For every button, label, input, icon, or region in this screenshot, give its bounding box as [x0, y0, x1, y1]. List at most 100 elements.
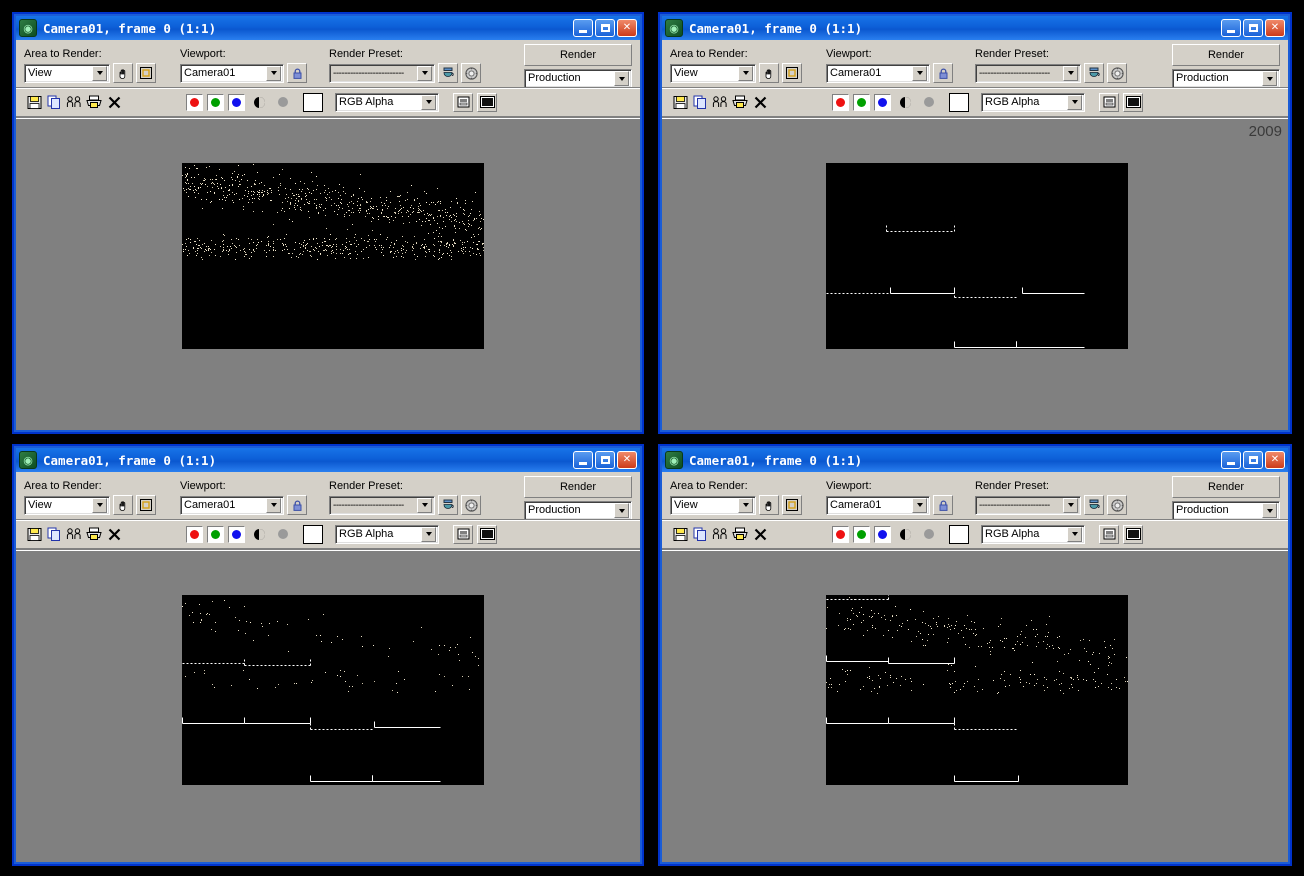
chevron-down-icon[interactable]: [912, 497, 927, 513]
print-icon[interactable]: [730, 92, 750, 112]
chevron-down-icon[interactable]: [417, 65, 432, 81]
hand-tool-icon[interactable]: [113, 63, 133, 83]
viewport-select[interactable]: Camera01: [180, 63, 284, 83]
background-color-swatch[interactable]: [949, 92, 969, 112]
render-settings-icon[interactable]: [461, 495, 481, 515]
chevron-down-icon[interactable]: [1262, 503, 1277, 518]
render-window-1[interactable]: ◉ Camera01, frame 0 (1:1) ✕ Area to Rend…: [12, 12, 644, 434]
chevron-down-icon[interactable]: [266, 65, 281, 81]
render-preset-select[interactable]: -------------------------: [975, 495, 1081, 515]
teapot-icon[interactable]: [1084, 63, 1104, 83]
viewport-select[interactable]: Camera01: [826, 495, 930, 515]
close-button[interactable]: ✕: [1265, 19, 1285, 37]
save-icon[interactable]: [24, 92, 44, 112]
region-select-icon[interactable]: [136, 495, 156, 515]
chevron-down-icon[interactable]: [421, 526, 436, 542]
background-color-swatch[interactable]: [303, 524, 323, 544]
copy-icon[interactable]: [690, 524, 710, 544]
channel-select[interactable]: RGB Alpha: [981, 524, 1085, 544]
render-mode-select[interactable]: Production: [1172, 69, 1280, 88]
title-bar[interactable]: ◉ Camera01, frame 0 (1:1) ✕: [662, 448, 1288, 472]
save-icon[interactable]: [670, 524, 690, 544]
chevron-down-icon[interactable]: [1067, 526, 1082, 542]
teapot-icon[interactable]: [438, 495, 458, 515]
print-icon[interactable]: [84, 92, 104, 112]
maximize-button[interactable]: [1243, 451, 1263, 469]
hand-tool-icon[interactable]: [759, 495, 779, 515]
render-button[interactable]: Render: [1172, 44, 1280, 66]
render-canvas[interactable]: [16, 551, 640, 862]
area-to-render-select[interactable]: View: [670, 495, 756, 515]
clear-icon[interactable]: [104, 92, 124, 112]
render-preset-select[interactable]: -------------------------: [329, 495, 435, 515]
alpha-channel-icon[interactable]: [249, 524, 269, 544]
title-bar[interactable]: ◉ Camera01, frame 0 (1:1) ✕: [16, 16, 640, 40]
copy-icon[interactable]: [690, 92, 710, 112]
clear-icon[interactable]: [750, 92, 770, 112]
red-channel-icon[interactable]: [832, 93, 849, 111]
render-mode-select[interactable]: Production: [524, 69, 632, 88]
close-button[interactable]: ✕: [617, 19, 637, 37]
close-button[interactable]: ✕: [617, 451, 637, 469]
minimize-button[interactable]: [573, 19, 593, 37]
red-channel-icon[interactable]: [832, 525, 849, 543]
background-color-swatch[interactable]: [303, 92, 323, 112]
clone-icon[interactable]: [710, 92, 730, 112]
green-channel-icon[interactable]: [207, 525, 224, 543]
chevron-down-icon[interactable]: [912, 65, 927, 81]
lock-icon[interactable]: [933, 495, 953, 515]
render-canvas[interactable]: [662, 551, 1288, 862]
save-icon[interactable]: [670, 92, 690, 112]
green-channel-icon[interactable]: [853, 525, 870, 543]
clone-icon[interactable]: [64, 92, 84, 112]
render-settings-icon[interactable]: [461, 63, 481, 83]
minimize-button[interactable]: [573, 451, 593, 469]
background-color-swatch[interactable]: [949, 524, 969, 544]
chevron-down-icon[interactable]: [1063, 497, 1078, 513]
clone-icon[interactable]: [64, 524, 84, 544]
maximize-button[interactable]: [595, 451, 615, 469]
maximize-button[interactable]: [595, 19, 615, 37]
print-icon[interactable]: [730, 524, 750, 544]
area-to-render-select[interactable]: View: [670, 63, 756, 83]
render-canvas[interactable]: [16, 119, 640, 430]
close-button[interactable]: ✕: [1265, 451, 1285, 469]
clone-icon[interactable]: [710, 524, 730, 544]
render-canvas[interactable]: 2009: [662, 119, 1288, 430]
display-layout-icon[interactable]: [1099, 524, 1119, 544]
display-layout-icon[interactable]: [453, 92, 473, 112]
chevron-down-icon[interactable]: [614, 503, 629, 518]
render-settings-icon[interactable]: [1107, 63, 1127, 83]
monochrome-icon[interactable]: [919, 524, 939, 544]
blue-channel-icon[interactable]: [228, 525, 245, 543]
display-layout-icon[interactable]: [1099, 92, 1119, 112]
chevron-down-icon[interactable]: [614, 71, 629, 86]
blue-channel-icon[interactable]: [228, 93, 245, 111]
alpha-channel-icon[interactable]: [895, 524, 915, 544]
display-alpha-icon[interactable]: [477, 92, 497, 112]
copy-icon[interactable]: [44, 524, 64, 544]
red-channel-icon[interactable]: [186, 93, 203, 111]
render-window-4[interactable]: ◉ Camera01, frame 0 (1:1) ✕ Area to Rend…: [658, 444, 1292, 866]
teapot-icon[interactable]: [1084, 495, 1104, 515]
render-button[interactable]: Render: [524, 476, 632, 498]
chevron-down-icon[interactable]: [421, 94, 436, 110]
region-select-icon[interactable]: [136, 63, 156, 83]
render-mode-select[interactable]: Production: [1172, 501, 1280, 520]
alpha-channel-icon[interactable]: [249, 92, 269, 112]
chevron-down-icon[interactable]: [738, 497, 753, 513]
lock-icon[interactable]: [287, 63, 307, 83]
monochrome-icon[interactable]: [273, 524, 293, 544]
chevron-down-icon[interactable]: [417, 497, 432, 513]
clear-icon[interactable]: [750, 524, 770, 544]
display-alpha-icon[interactable]: [1123, 92, 1143, 112]
blue-channel-icon[interactable]: [874, 93, 891, 111]
monochrome-icon[interactable]: [919, 92, 939, 112]
render-button[interactable]: Render: [524, 44, 632, 66]
render-window-3[interactable]: ◉ Camera01, frame 0 (1:1) ✕ Area to Rend…: [12, 444, 644, 866]
display-alpha-icon[interactable]: [477, 524, 497, 544]
chevron-down-icon[interactable]: [1063, 65, 1078, 81]
region-select-icon[interactable]: [782, 495, 802, 515]
display-layout-icon[interactable]: [453, 524, 473, 544]
display-alpha-icon[interactable]: [1123, 524, 1143, 544]
